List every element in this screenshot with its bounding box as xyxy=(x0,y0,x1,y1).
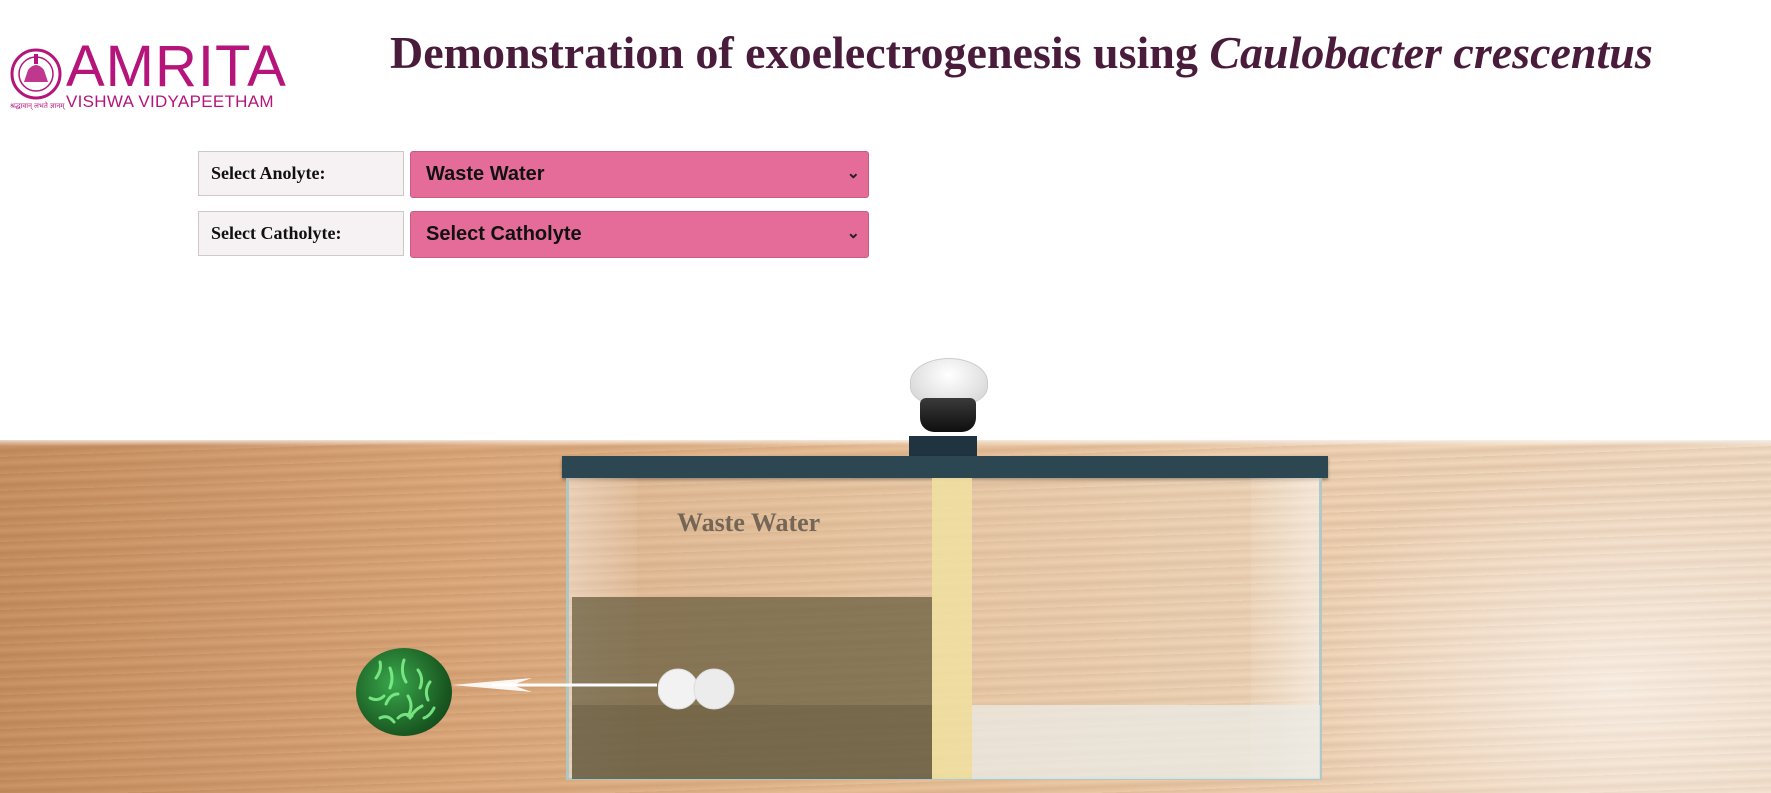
logo-wordmark: AMRITA xyxy=(66,34,287,99)
tank-body: Waste Water xyxy=(566,478,1322,780)
chevron-down-icon: ⌄ xyxy=(846,165,860,182)
anolyte-select-value: Waste Water xyxy=(426,163,545,185)
logo-tagline: श्रद्धावान् लभते ज्ञानम् xyxy=(10,102,65,110)
anolyte-select[interactable]: Waste Water ⌄ xyxy=(410,151,869,198)
catholyte-select-value: Select Catholyte xyxy=(426,223,582,245)
catholyte-label: Select Catholyte: xyxy=(198,211,404,256)
proton-exchange-membrane xyxy=(932,478,972,779)
amrita-logo: AMRITA VISHWA VIDYAPEETHAM श्रद्धावान् ल… xyxy=(8,38,298,114)
anolyte-chamber-label: Waste Water xyxy=(677,508,821,537)
bulb-stand xyxy=(909,436,977,456)
electrode-icon xyxy=(658,668,735,710)
chevron-down-icon: ⌄ xyxy=(846,225,860,242)
page-title: Demonstration of exoelectrogenesis using… xyxy=(390,26,1653,79)
catholyte-row: Select Catholyte: Select Catholyte ⌄ xyxy=(198,211,869,258)
cathode-chamber-floor xyxy=(972,705,1320,779)
anolyte-label: Select Anolyte: xyxy=(198,151,404,196)
microbe-icon xyxy=(356,648,452,736)
amrita-emblem-icon xyxy=(10,48,62,100)
light-bulb-icon xyxy=(908,358,988,458)
fuel-cell-tank: Waste Water xyxy=(562,456,1328,780)
anode-chamber-floor xyxy=(572,705,932,779)
bacteria-cluster-icon xyxy=(368,658,436,724)
tank-lid xyxy=(562,456,1328,478)
table-edge xyxy=(0,440,1771,446)
table-light-glow xyxy=(1250,440,1771,793)
logo-subtitle: VISHWA VIDYAPEETHAM xyxy=(66,92,274,111)
anolyte-row: Select Anolyte: Waste Water ⌄ xyxy=(198,151,869,198)
page-title-main: Demonstration of exoelectrogenesis using xyxy=(390,27,1210,78)
page-title-organism: Caulobacter crescentus xyxy=(1209,27,1653,78)
bulb-socket xyxy=(920,398,976,432)
catholyte-select[interactable]: Select Catholyte ⌄ xyxy=(410,211,869,258)
electron-flow-arrow-icon xyxy=(452,678,657,692)
